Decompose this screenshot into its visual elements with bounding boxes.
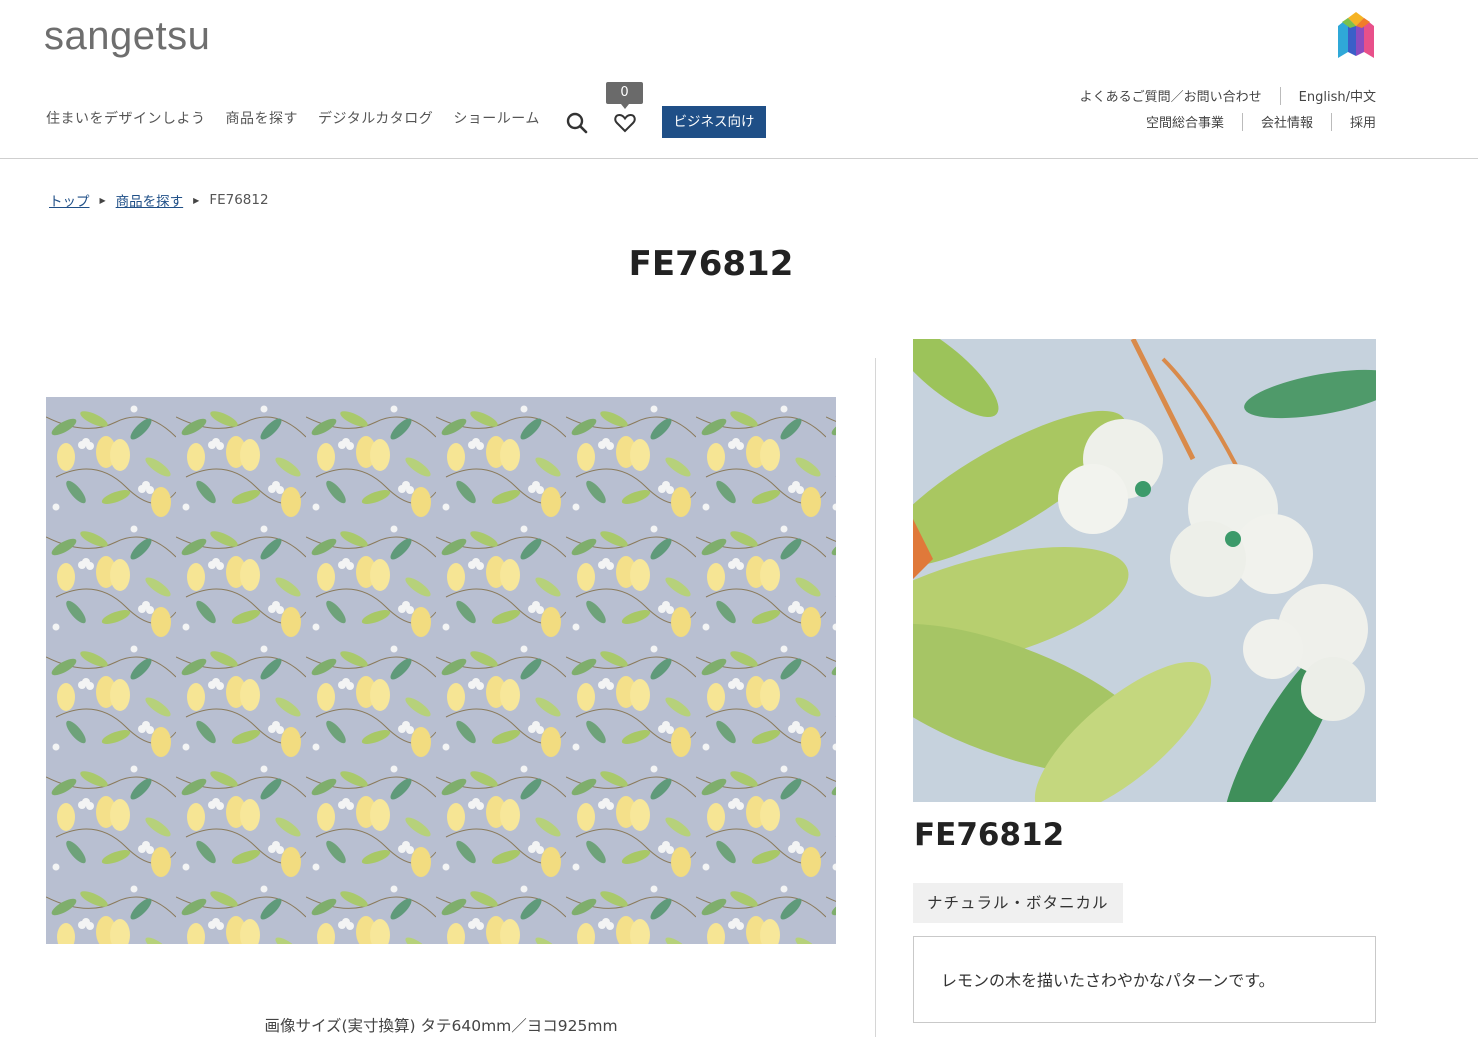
brand-emblem-icon[interactable] (1334, 12, 1378, 62)
breadcrumb-find-products[interactable]: 商品を探す (116, 190, 184, 210)
breadcrumb-current: FE76812 (209, 192, 269, 208)
heart-icon[interactable] (612, 110, 638, 136)
site-header: sangetsu 住まいをデザインしよう 商品を探す デジタルカタログ ショール… (0, 0, 1478, 159)
nav-showroom[interactable]: ショールーム (453, 108, 540, 128)
product-main-image[interactable] (46, 397, 836, 944)
breadcrumb-separator-icon: ▶ (99, 195, 106, 205)
nav-find-products[interactable]: 商品を探す (226, 108, 299, 128)
divider (1279, 86, 1281, 105)
recruit-link[interactable]: 採用 (1350, 112, 1376, 131)
column-divider (875, 358, 876, 1037)
utility-links-top: よくあるご質問／お問い合わせ English/中文 (1080, 86, 1376, 105)
page-title: FE76812 (628, 244, 794, 284)
faq-contact-link[interactable]: よくあるご質問／お問い合わせ (1080, 86, 1262, 105)
divider (1330, 112, 1332, 131)
product-detail-image[interactable] (913, 339, 1376, 802)
search-icon[interactable] (564, 110, 590, 136)
space-business-link[interactable]: 空間総合事業 (1146, 112, 1224, 131)
favorite-count-badge: 0 (606, 82, 643, 109)
product-description-box: レモンの木を描いたさわやかなパターンです。 (913, 936, 1376, 1023)
nav-design-home[interactable]: 住まいをデザインしよう (46, 108, 206, 128)
global-nav: 住まいをデザインしよう 商品を探す デジタルカタログ ショールーム (46, 108, 560, 128)
language-link[interactable]: English/中文 (1299, 86, 1376, 105)
breadcrumb: トップ ▶ 商品を探す ▶ FE76812 (49, 190, 269, 210)
nav-digital-catalog[interactable]: デジタルカタログ (318, 108, 433, 128)
divider (1241, 112, 1243, 131)
category-tag[interactable]: ナチュラル・ボタニカル (913, 883, 1123, 923)
sangetsu-logo[interactable]: sangetsu (44, 14, 210, 59)
breadcrumb-top[interactable]: トップ (49, 190, 90, 210)
breadcrumb-separator-icon: ▶ (193, 195, 200, 205)
product-description: レモンの木を描いたさわやかなパターンです。 (941, 971, 1275, 990)
utility-links-bottom: 空間総合事業 会社情報 採用 (1146, 112, 1376, 131)
product-code: FE76812 (914, 817, 1065, 853)
company-info-link[interactable]: 会社情報 (1261, 112, 1313, 131)
lemon-pattern-image (46, 397, 836, 944)
image-size-caption: 画像サイズ(実寸換算) タテ640mm／ヨコ925mm (264, 1017, 618, 1035)
zoomed-pattern-image (913, 339, 1376, 802)
business-button[interactable]: ビジネス向け (662, 106, 766, 138)
